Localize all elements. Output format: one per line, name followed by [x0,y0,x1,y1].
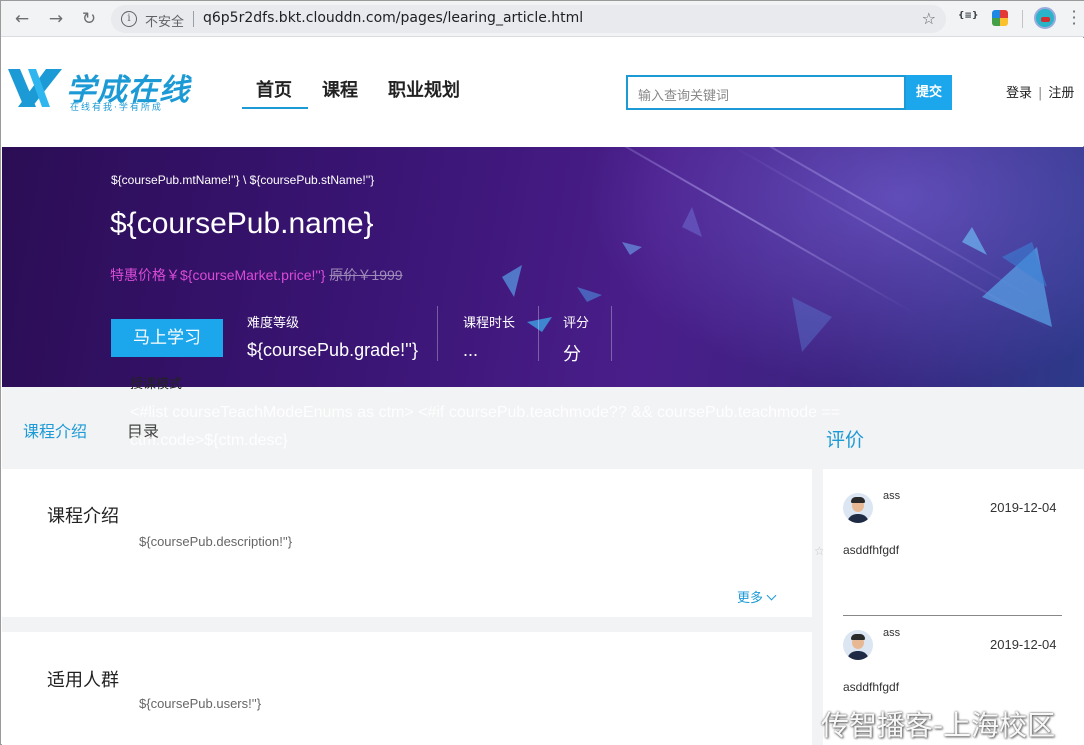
stat-value: 分 [563,344,581,364]
avatar [843,630,873,660]
logo-slogan: 在线有我·学有所成 [70,103,163,113]
nav-active-indicator [242,107,308,109]
teach-mode-label: 授课模式 [130,377,183,392]
course-intro-panel: 课程介绍 ${coursePub.description!''} 更多 [2,469,812,617]
stat-label: 评分 [563,315,590,330]
comment-user: ass [883,627,901,639]
comment-date: 2019-12-04 [990,637,1057,652]
color-extension-icon[interactable] [992,10,1008,26]
stat-value: ${coursePub.grade!''} [247,340,418,360]
stat-value: ... [463,340,479,360]
browser-toolbar: ← → ↻ i 不安全 q6p5r2dfs.bkt.clouddn.com/pa… [1,1,1084,37]
menu-kebab-icon[interactable]: · · · [1071,4,1077,32]
comment-user: ass [883,490,901,502]
search-submit-button[interactable]: 提交 [906,75,952,110]
comment-date: 2019-12-04 [990,500,1057,515]
nav-career[interactable]: 职业规划 [388,76,460,102]
info-icon[interactable]: i [121,11,137,27]
reload-icon[interactable]: ↻ [78,8,100,30]
search-input[interactable]: 输入查询关键词 [626,75,906,110]
stat-divider [437,306,438,361]
nav-courses[interactable]: 课程 [322,76,358,102]
auth-separator: | [1038,86,1043,101]
section-title: 适用人群 [47,670,119,691]
address-bar[interactable]: i 不安全 q6p5r2dfs.bkt.clouddn.com/pages/le… [111,5,946,33]
site-logo[interactable]: 学成在线 在线有我·学有所成 [6,67,206,113]
watermark: 传智播客-上海校区 [821,709,1056,742]
tab-course-intro[interactable]: 课程介绍 [23,418,87,442]
audience-panel: 适用人群 ${coursePub.users!''} [2,632,812,745]
logo-mark-icon [8,69,62,107]
more-label: 更多 [737,591,764,606]
rating-heading: 评价 [826,429,865,451]
price-line: 特惠价格￥${courseMarket.price!''} 原价￥1999 [110,265,403,285]
json-extension-icon[interactable]: {≡} [958,11,978,21]
chevron-down-icon [766,590,777,601]
back-icon[interactable]: ← [11,8,33,30]
bookmark-star-icon[interactable]: ☆ [922,9,936,28]
stat-divider [611,306,612,361]
section-body: ${coursePub.description!''} [139,534,293,549]
search-form: 输入查询关键词 提交 [626,75,952,110]
security-label: 不安全 [145,15,185,30]
address-separator [193,11,194,27]
original-price: 原价￥1999 [329,267,403,283]
stat-difficulty: 难度等级 ${coursePub.grade!''} [247,312,418,361]
toolbar-divider [1022,10,1023,28]
comment-text: asddfhfgdf [843,680,900,694]
stat-divider [538,306,539,361]
course-title: ${coursePub.name} [110,207,374,240]
sale-price: 特惠价格￥${courseMarket.price!''} [110,267,326,283]
start-learning-button[interactable]: 马上学习 [111,319,223,357]
url-text[interactable]: q6p5r2dfs.bkt.clouddn.com/pages/learing_… [203,10,583,26]
stat-label: 课程时长 [463,315,516,330]
section-body: ${coursePub.users!''} [139,696,262,711]
avatar [843,493,873,523]
course-banner: ${coursePub.mtName!''} \ ${coursePub.stN… [2,147,1084,387]
more-link[interactable]: 更多 [737,587,777,606]
nav-home[interactable]: 首页 [256,76,292,102]
login-link[interactable]: 登录 [1006,86,1032,101]
site-header: 学成在线 在线有我·学有所成 首页 课程 职业规划 输入查询关键词 提交 登录 |… [2,38,1084,146]
stat-rating: 评分 分 [563,312,589,366]
section-gap [2,617,812,632]
stat-label: 难度等级 [247,315,300,330]
category-breadcrumb: ${coursePub.mtName!''} \ ${coursePub.stN… [111,173,375,187]
comment-text: asddfhfgdf [843,543,900,557]
section-title: 课程介绍 [47,506,119,527]
register-link[interactable]: 注册 [1048,86,1074,101]
forward-icon[interactable]: → [45,8,67,30]
comment-divider [843,615,1062,616]
stat-duration: 课程时长 ... [463,312,515,361]
profile-avatar-icon[interactable] [1034,7,1056,29]
auth-links: 登录 | 注册 [1006,82,1074,101]
